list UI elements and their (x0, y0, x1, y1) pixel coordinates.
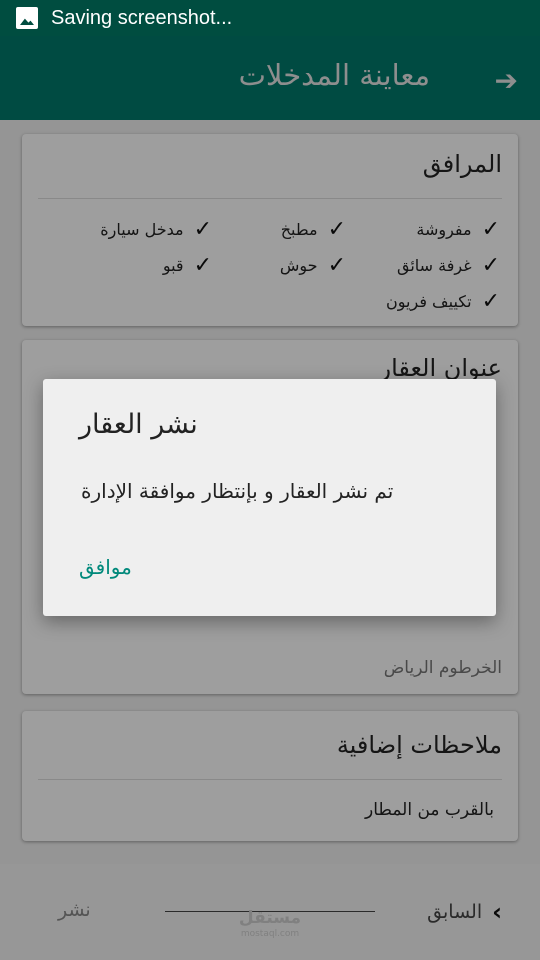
publish-dialog: نشر العقار تم نشر العقار و بإنتظار موافق… (43, 379, 496, 616)
status-text: Saving screenshot... (51, 6, 233, 29)
dialog-title: نشر العقار (79, 409, 198, 440)
image-icon (16, 7, 38, 29)
status-bar: Saving screenshot... (0, 0, 540, 36)
ok-button[interactable]: موافق (79, 555, 132, 579)
dialog-message: تم نشر العقار و بإنتظار موافقة الإدارة (81, 479, 394, 503)
